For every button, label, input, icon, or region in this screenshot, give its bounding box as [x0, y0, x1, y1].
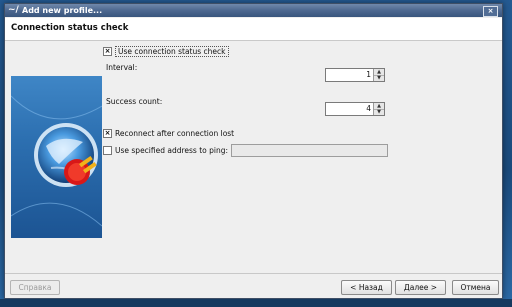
help-button[interactable]: Справка	[10, 280, 60, 295]
page-title: Connection status check	[11, 23, 129, 33]
ping-address-row[interactable]: Use specified address to ping:	[103, 145, 228, 156]
wizard-window: ~/ Add new profile... × Connection statu…	[4, 3, 503, 299]
reconnect-checkbox[interactable]: ×	[103, 128, 112, 138]
reconnect-label: Reconnect after connection lost	[115, 129, 235, 138]
success-count-spinbox[interactable]: 4 ▲ ▼	[325, 102, 385, 116]
taskbar	[0, 299, 512, 307]
window-title: Add new profile...	[22, 6, 103, 15]
use-check-checkbox[interactable]: ×	[103, 46, 112, 56]
cancel-button[interactable]: Отмена	[452, 280, 499, 295]
success-count-arrows: ▲ ▼	[373, 103, 384, 115]
wizard-side-image	[11, 76, 102, 238]
footer-divider	[5, 273, 502, 274]
back-button[interactable]: < Назад	[341, 280, 392, 295]
globe-plug-illustration	[11, 95, 102, 227]
success-count-value[interactable]: 4	[366, 103, 371, 115]
interval-arrows: ▲ ▼	[373, 69, 384, 81]
interval-label: Interval:	[106, 63, 138, 72]
interval-value[interactable]: 1	[366, 69, 371, 81]
ping-address-input[interactable]	[231, 144, 388, 157]
spin-down-icon[interactable]: ▼	[374, 109, 384, 115]
ping-address-checkbox[interactable]	[103, 145, 112, 155]
success-count-label: Success count:	[106, 97, 163, 106]
ping-address-label: Use specified address to ping:	[115, 146, 229, 155]
page-header: Connection status check	[5, 18, 502, 41]
interval-spinbox[interactable]: 1 ▲ ▼	[325, 68, 385, 82]
spin-down-icon[interactable]: ▼	[374, 75, 384, 81]
close-button[interactable]: ×	[483, 6, 498, 17]
reconnect-row[interactable]: × Reconnect after connection lost	[103, 128, 234, 139]
next-button[interactable]: Далее >	[395, 280, 446, 295]
title-bar[interactable]: ~/ Add new profile... ×	[5, 4, 502, 17]
use-check-label: Use connection status check	[115, 46, 229, 57]
connection-icon: ~/	[8, 5, 19, 15]
use-check-row[interactable]: × Use connection status check	[103, 46, 229, 57]
